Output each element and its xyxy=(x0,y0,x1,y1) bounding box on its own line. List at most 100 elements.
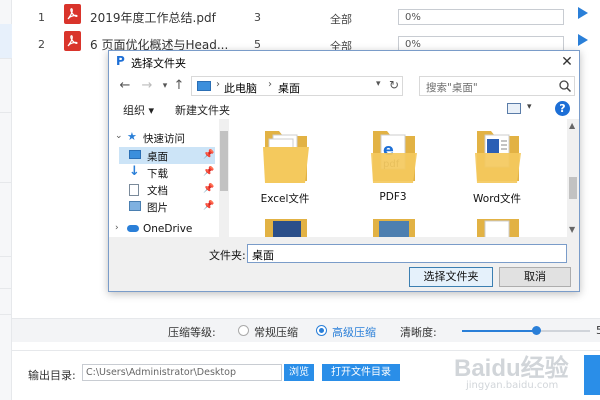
sidebar-selected-item[interactable] xyxy=(0,24,12,58)
output-directory-label: 输出目录: xyxy=(28,369,76,382)
watermark-logo-text: Baidu经验 xyxy=(454,355,569,382)
baidu-watermark: Baidu经验 jingyan.baidu.com xyxy=(438,346,578,396)
folder-item[interactable]: e pdf PDF3 xyxy=(353,123,433,218)
folder-icon xyxy=(373,219,415,237)
pin-icon: 📌 xyxy=(203,184,215,194)
tree-item-quick-access[interactable]: ⌄ ★ 快速访问 xyxy=(109,129,219,146)
advanced-compression-radio[interactable] xyxy=(316,325,327,336)
scroll-up-icon[interactable]: ▲ xyxy=(569,121,575,130)
folder-icon: e pdf xyxy=(371,131,417,183)
slider-handle[interactable] xyxy=(532,326,542,335)
cancel-button[interactable]: 取消 xyxy=(499,267,571,287)
tree-item-downloads[interactable]: ↓ 下载 📌 xyxy=(109,164,219,181)
view-dropdown-icon[interactable]: ▾ xyxy=(527,102,532,112)
navigation-scrollbar[interactable] xyxy=(219,119,229,237)
file-name: 2019年度工作总结.pdf xyxy=(90,11,216,25)
clarity-value: 5 xyxy=(596,324,600,337)
desktop-icon xyxy=(129,150,141,159)
folder-content-pane: Excel文件 e pdf PDF3 Word文件 xyxy=(231,119,567,237)
scrollbar-thumb[interactable] xyxy=(569,177,577,199)
help-icon[interactable]: ? xyxy=(555,101,570,116)
address-bar[interactable]: › 此电脑 › 桌面 ▾ ↻ xyxy=(191,76,403,96)
progress-text: 0% xyxy=(405,12,421,23)
compression-level-label: 压缩等级: xyxy=(168,326,216,339)
folder-name-input[interactable]: 桌面 xyxy=(247,244,567,263)
pin-icon: 📌 xyxy=(203,167,215,177)
navigation-bar: ← → ▾ ↑ › 此电脑 › 桌面 ▾ ↻ 搜索"桌面" xyxy=(109,73,579,99)
forward-arrow-icon[interactable]: → xyxy=(139,77,155,95)
refresh-icon[interactable]: ↻ xyxy=(389,78,399,92)
browse-button[interactable]: 浏览 xyxy=(284,364,314,381)
sidebar-divider xyxy=(0,288,12,289)
organize-menu[interactable]: 组织 ▾ xyxy=(123,102,154,118)
progress-text: 0% xyxy=(405,39,421,50)
select-folder-button[interactable]: 选择文件夹 xyxy=(409,267,493,287)
tree-item-desktop[interactable]: 桌面 📌 xyxy=(119,147,215,164)
cloud-icon xyxy=(127,225,139,232)
folder-item[interactable] xyxy=(245,219,325,237)
select-folder-dialog: P 选择文件夹 ✕ ← → ▾ ↑ › 此电脑 › 桌面 ▾ ↻ 搜索"桌面" … xyxy=(108,50,580,292)
folder-item[interactable] xyxy=(353,219,433,237)
page-count: 3 xyxy=(254,11,261,24)
computer-icon xyxy=(197,81,211,91)
picture-icon xyxy=(129,201,141,211)
play-icon[interactable] xyxy=(578,34,588,46)
open-folder-button[interactable]: 打开文件目录 xyxy=(322,364,400,381)
row-index: 2 xyxy=(38,38,45,51)
folder-icon xyxy=(263,131,309,183)
start-button[interactable] xyxy=(584,355,600,395)
folder-label: PDF3 xyxy=(379,191,407,203)
play-icon[interactable] xyxy=(578,7,588,19)
navigation-pane: ⌄ ★ 快速访问 桌面 📌 ↓ 下载 📌 文档 📌 图片 📌 › OneDriv xyxy=(109,119,229,237)
normal-compression-radio[interactable] xyxy=(238,325,249,336)
tree-item-pictures[interactable]: 图片 📌 xyxy=(109,198,219,215)
tree-item-label: 桌面 xyxy=(147,151,168,163)
clarity-label: 清晰度: xyxy=(400,326,437,339)
back-arrow-icon[interactable]: ← xyxy=(117,77,133,95)
clarity-slider[interactable] xyxy=(462,326,590,335)
search-box[interactable]: 搜索"桌面" xyxy=(419,76,575,96)
download-icon: ↓ xyxy=(129,164,140,179)
folder-icon xyxy=(477,219,519,237)
folder-item[interactable]: Word文件 xyxy=(457,123,537,218)
scroll-down-icon[interactable]: ▼ xyxy=(569,225,575,234)
tree-item-onedrive[interactable]: › OneDrive xyxy=(109,221,219,237)
progress-bar: 0% xyxy=(398,9,564,25)
up-arrow-icon[interactable]: ↑ xyxy=(171,77,187,95)
address-dropdown-icon[interactable]: ▾ xyxy=(376,79,381,89)
tree-item-label: 下载 xyxy=(147,168,168,180)
folder-icon xyxy=(265,219,307,237)
star-icon: ★ xyxy=(127,130,137,143)
collapse-arrow-icon[interactable]: ⌄ xyxy=(115,131,123,141)
pdf-icon xyxy=(64,31,81,51)
tree-item-label: 文档 xyxy=(147,185,168,197)
dialog-title: 选择文件夹 xyxy=(131,57,186,70)
tree-item-label: 快速访问 xyxy=(143,133,185,145)
scrollbar-thumb[interactable] xyxy=(220,131,228,191)
folder-item[interactable] xyxy=(457,219,537,237)
close-icon[interactable]: ✕ xyxy=(557,53,577,71)
breadcrumb-this-pc[interactable]: 此电脑 xyxy=(224,80,257,96)
view-options-icon[interactable] xyxy=(507,103,521,114)
folder-label: Excel文件 xyxy=(260,193,310,205)
tree-item-documents[interactable]: 文档 📌 xyxy=(109,181,219,198)
breadcrumb-desktop[interactable]: 桌面 xyxy=(278,80,300,96)
new-folder-button[interactable]: 新建文件夹 xyxy=(175,102,230,118)
page-range[interactable]: 全部 xyxy=(330,11,352,27)
folder-icon xyxy=(475,131,521,183)
dialog-titlebar[interactable]: P 选择文件夹 ✕ xyxy=(109,51,579,73)
advanced-compression-label[interactable]: 高级压缩 xyxy=(332,324,376,340)
left-sidebar xyxy=(0,0,12,400)
search-placeholder: 搜索"桌面" xyxy=(426,82,478,94)
folder-label: Word文件 xyxy=(473,193,521,205)
folder-item[interactable]: Excel文件 xyxy=(245,123,325,218)
document-icon xyxy=(129,184,139,196)
expand-arrow-icon[interactable]: › xyxy=(115,223,119,233)
output-path-field[interactable]: C:\Users\Administrator\Desktop xyxy=(82,364,282,381)
search-icon[interactable] xyxy=(558,79,572,93)
content-scrollbar[interactable]: ▲ ▼ xyxy=(567,119,579,237)
app-logo-icon: P xyxy=(116,54,125,68)
file-row[interactable]: 1 2019年度工作总结.pdf 3 全部 0% xyxy=(12,4,600,34)
normal-compression-label[interactable]: 常规压缩 xyxy=(254,324,298,340)
dialog-footer: 文件夹: 桌面 选择文件夹 取消 xyxy=(109,237,579,291)
